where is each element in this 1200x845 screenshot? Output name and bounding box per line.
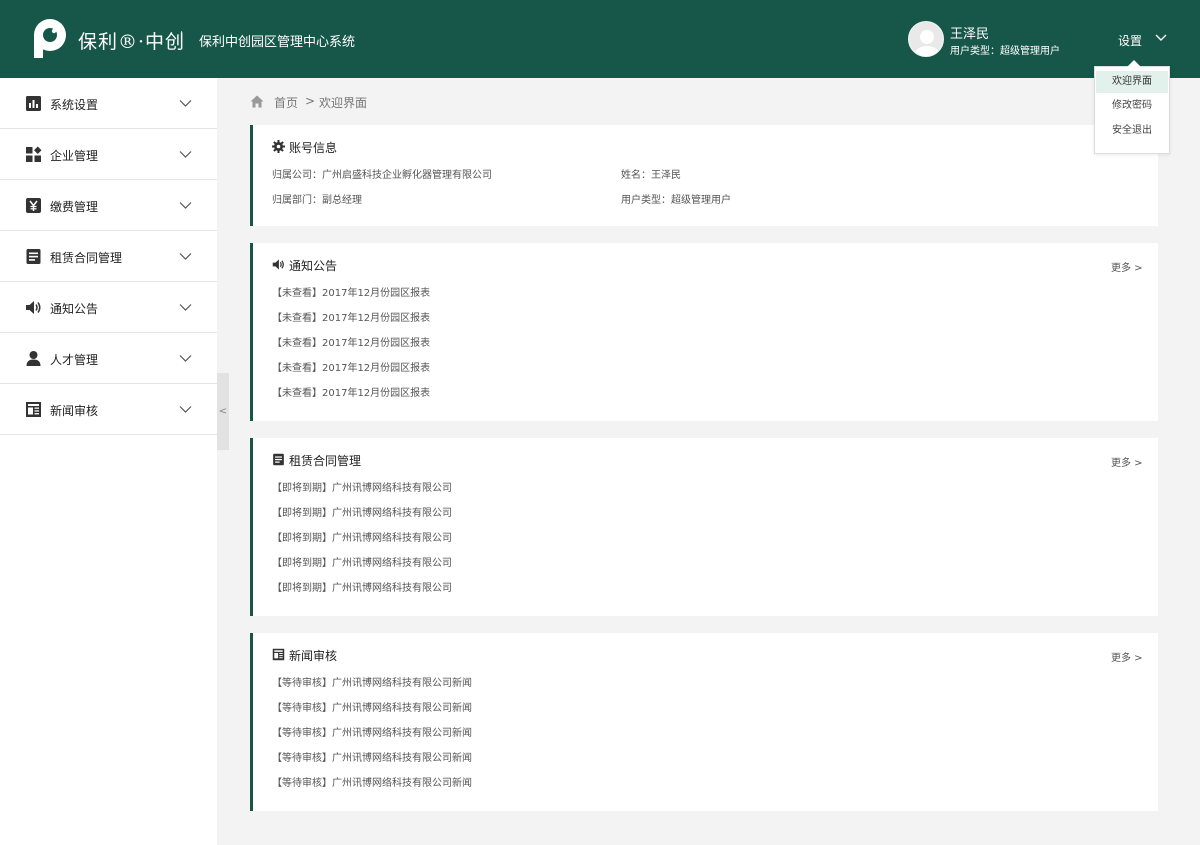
sidebar-item-label: 企业管理	[50, 149, 99, 163]
chevron-down-icon	[179, 355, 192, 362]
avatar-person-icon	[914, 30, 940, 56]
lease-contracts-card: 租赁合同管理 更多 > 【即将到期】广州讯博网络科技有限公司 【即将到期】广州讯…	[250, 438, 1158, 616]
chevron-down-icon	[179, 253, 192, 260]
account-company: 归属公司：广州启盛科技企业孵化器管理有限公司	[272, 170, 492, 181]
notices-card: 通知公告 更多 > 【未查看】2017年12月份园区报表 【未查看】2017年1…	[250, 243, 1158, 421]
news-review-card: 新闻审核 更多 > 【等待审核】广州讯博网络科技有限公司新闻 【等待审核】广州讯…	[250, 633, 1158, 811]
notice-item[interactable]: 【未查看】2017年12月份园区报表	[272, 384, 430, 399]
contract-item[interactable]: 【即将到期】广州讯博网络科技有限公司	[272, 479, 452, 494]
dropdown-item-change-password[interactable]: 修改密码	[1096, 95, 1168, 117]
card-title: 通知公告	[289, 259, 338, 273]
settings-menu-button[interactable]: 设置	[1118, 32, 1142, 49]
sidebar-item-system-settings[interactable]: 系统设置	[0, 78, 217, 129]
document-icon	[273, 453, 284, 466]
sidebar-collapse-toggle[interactable]: <	[217, 373, 229, 450]
chevron-down-icon[interactable]	[1154, 33, 1168, 43]
brand-name: 保利®·中创	[78, 31, 186, 53]
bar-chart-icon	[26, 96, 41, 111]
account-info-card: 账号信息 归属公司：广州启盛科技企业孵化器管理有限公司 姓名：王泽民 归属部门：…	[250, 125, 1158, 226]
chevron-down-icon	[179, 406, 192, 413]
home-icon[interactable]	[250, 95, 264, 108]
notice-item[interactable]: 【未查看】2017年12月份园区报表	[272, 309, 430, 324]
account-department: 归属部门：副总经理	[272, 195, 362, 206]
brand-divider	[181, 31, 182, 46]
sidebar-item-notices[interactable]: 通知公告	[0, 282, 217, 333]
news-item[interactable]: 【等待审核】广州讯博网络科技有限公司新闻	[272, 774, 472, 789]
dropdown-item-welcome[interactable]: 欢迎界面	[1096, 71, 1168, 93]
top-header: 保利®·中创 保利中创园区管理中心系统 王泽民 用户类型：超级管理用户 设置	[0, 0, 1200, 78]
sidebar-item-label: 系统设置	[50, 98, 99, 112]
contract-item[interactable]: 【即将到期】广州讯博网络科技有限公司	[272, 579, 452, 594]
dropdown-item-logout[interactable]: 安全退出	[1096, 120, 1168, 142]
sidebar-item-talent[interactable]: 人才管理	[0, 333, 217, 384]
breadcrumb-current: 欢迎界面	[319, 96, 368, 110]
sidebar-item-news-review[interactable]: 新闻审核	[0, 384, 217, 435]
speaker-icon	[272, 259, 284, 270]
contract-item[interactable]: 【即将到期】广州讯博网络科技有限公司	[272, 554, 452, 569]
user-name: 王泽民	[950, 27, 990, 42]
avatar[interactable]	[908, 21, 944, 57]
chevron-down-icon	[179, 304, 192, 311]
notices-more-link[interactable]: 更多 >	[1111, 259, 1143, 274]
breadcrumb-separator: >	[305, 94, 316, 108]
contract-item[interactable]: 【即将到期】广州讯博网络科技有限公司	[272, 504, 452, 519]
sidebar-item-label: 通知公告	[50, 302, 99, 316]
sidebar-item-payment[interactable]: 缴费管理	[0, 180, 217, 231]
contracts-more-link[interactable]: 更多 >	[1111, 454, 1143, 469]
settings-dropdown: 欢迎界面 修改密码 安全退出	[1094, 60, 1170, 154]
newspaper-icon	[272, 648, 285, 661]
sidebar-item-label: 人才管理	[50, 353, 99, 367]
card-title: 新闻审核	[289, 649, 338, 663]
news-item[interactable]: 【等待审核】广州讯博网络科技有限公司新闻	[272, 674, 472, 689]
contract-item[interactable]: 【即将到期】广州讯博网络科技有限公司	[272, 529, 452, 544]
user-icon	[26, 351, 41, 366]
news-more-link[interactable]: 更多 >	[1111, 649, 1143, 664]
sidebar-item-label: 租赁合同管理	[50, 251, 123, 265]
sidebar-item-label: 新闻审核	[50, 404, 99, 418]
poly-logo-icon	[34, 19, 66, 58]
yen-icon	[26, 198, 41, 213]
news-item[interactable]: 【等待审核】广州讯博网络科技有限公司新闻	[272, 749, 472, 764]
speaker-icon	[26, 301, 41, 314]
sidebar-item-label: 缴费管理	[50, 200, 99, 214]
chevron-down-icon	[179, 100, 192, 107]
newspaper-icon	[26, 402, 41, 417]
notice-item[interactable]: 【未查看】2017年12月份园区报表	[272, 334, 430, 349]
chevron-down-icon	[179, 202, 192, 209]
account-name: 姓名：王泽民	[621, 170, 681, 181]
card-title: 账号信息	[289, 141, 338, 155]
sidebar-item-lease-contract[interactable]: 租赁合同管理	[0, 231, 217, 282]
gear-icon	[272, 140, 285, 153]
sidebar: 系统设置 企业管理 缴费管理 租赁合同管理 通知公告 人才管理 新闻审核	[0, 78, 217, 845]
breadcrumb-home-link[interactable]: 首页	[274, 94, 298, 111]
news-item[interactable]: 【等待审核】广州讯博网络科技有限公司新闻	[272, 724, 472, 739]
account-user-type: 用户类型：超级管理用户	[621, 195, 731, 206]
notice-item[interactable]: 【未查看】2017年12月份园区报表	[272, 284, 430, 299]
sidebar-item-enterprise[interactable]: 企业管理	[0, 129, 217, 180]
news-item[interactable]: 【等待审核】广州讯博网络科技有限公司新闻	[272, 699, 472, 714]
notice-item[interactable]: 【未查看】2017年12月份园区报表	[272, 359, 430, 374]
chevron-down-icon	[179, 151, 192, 158]
document-icon	[26, 249, 41, 264]
system-title: 保利中创园区管理中心系统	[199, 35, 356, 50]
card-title: 租赁合同管理	[289, 454, 362, 468]
grid-icon	[26, 146, 42, 162]
user-type: 用户类型：超级管理用户	[950, 46, 1060, 57]
